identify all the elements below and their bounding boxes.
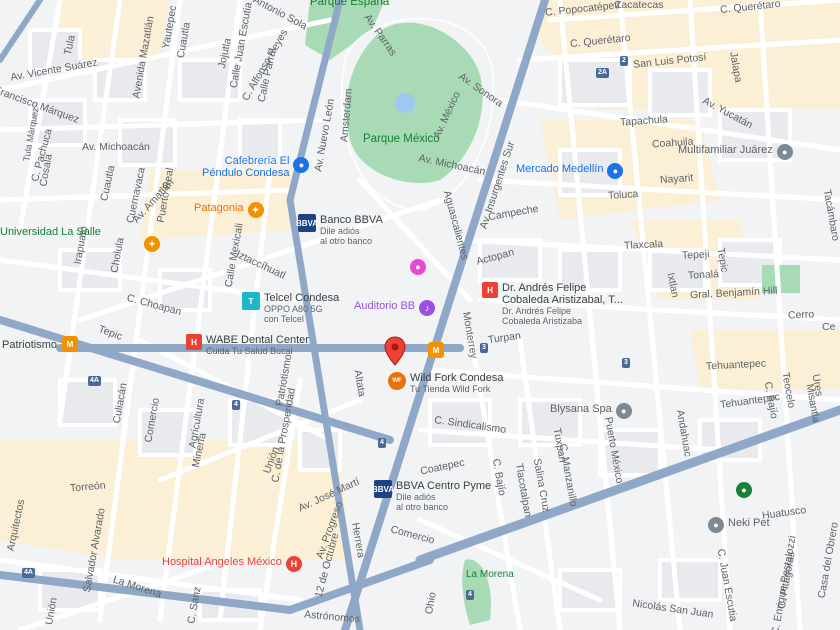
poi-cafebreria[interactable]: ● Cafebrería El Péndulo Condesa [202,155,310,179]
metro-station-chilpancingo[interactable]: M [428,342,444,358]
poi-blysana-spa[interactable]: ● Blysana Spa [550,403,632,419]
poi-name-line1: Dr. Andrés Felipe [502,282,587,294]
park-label-la-morena: La Morena [466,569,514,580]
poi-name-line2: Cobaleda Aristizabal, T... [502,294,623,306]
poi-restaurant[interactable]: ✦ [144,236,160,252]
poi-name: Blysana Spa [550,403,612,415]
poi-name: Mercado Medellín [516,163,604,175]
university-label: Universidad La Salle [0,226,101,238]
street-label: Tonalá [687,268,720,282]
building-icon: ● [776,144,793,160]
park-label-espana: Parque España [310,0,390,8]
bbva-logo: BBVA [372,480,394,498]
park-label-mexico: Parque México [363,133,440,145]
poi-name: Hospital Angeles México [162,556,282,568]
poi-green-marker[interactable]: ● [736,482,752,498]
route-shield: 4 [232,400,240,410]
metro-station-patriotismo[interactable]: M [62,336,78,352]
poi-nightlife[interactable]: ● [410,259,426,275]
poi-subtitle-line1: Dile adiós [396,492,436,502]
route-shield: 4 [378,438,386,448]
poi-name-line1: Cafebrería El [224,155,290,167]
route-shield: 3 [480,343,488,353]
route-shield: 4A [22,568,35,578]
poi-banco-bbva[interactable]: BBVA Banco BBVA Dile adiós al otro banco [296,214,383,246]
poi-multifamiliar-juarez[interactable]: ● Multifamiliar Juárez [678,144,793,160]
poi-mercado-medellin[interactable]: ● Mercado Medellín [516,163,624,179]
bbva-logo: BBVA [296,214,318,232]
poi-auditorio-bb[interactable]: ♪ Auditorio BB [354,300,436,316]
location-pin-icon[interactable] [384,336,406,366]
street-label: Av. Michoacán [82,141,150,153]
hospital-icon: H [482,282,498,298]
basket-icon: ● [607,163,624,179]
poi-subtitle-line2: al otro banco [396,502,449,512]
pet-icon: ● [708,517,724,533]
poi-hospital-angeles[interactable]: H Hospital Angeles México [162,556,302,572]
poi-name: Patagonia [194,202,244,214]
hospital-icon: H [186,334,202,350]
street-label: Ce [822,321,836,333]
poi-subtitle: Cuida Tu Salud Bucal [206,346,293,356]
spa-icon: ● [615,403,632,419]
poi-name: Banco BBVA [320,214,383,226]
street-label: Nayarit [659,171,694,187]
map-canvas[interactable]: Parque España Parque México La Morena An… [0,0,840,630]
wildfork-logo: WF [388,372,406,390]
poi-patagonia[interactable]: ✦ Patagonia [194,202,264,218]
metro-station-label: Patriotismo [2,339,58,351]
route-shield: 3 [622,358,630,368]
poi-dr-andres[interactable]: H Dr. Andrés Felipe Cobaleda Aristizabal… [482,282,623,326]
poi-name: Neki Pet [728,517,770,529]
poi-name: Telcel Condesa [264,292,340,304]
street-label: Ures [809,373,826,398]
nightlife-icon: ● [410,259,426,275]
poi-subtitle: Tu Tienda Wild Fork [410,384,491,394]
metro-icon: M [62,336,78,352]
poi-name: BBVA Centro Pyme [396,480,492,492]
poi-wild-fork[interactable]: WF Wild Fork Condesa Tu Tienda Wild Fork [388,372,504,394]
route-shield: 4 [466,590,474,600]
poi-name: Auditorio BB [354,300,416,312]
place-icon: ● [736,482,752,498]
poi-subtitle-line2: Cobaleda Aristizaba [502,316,583,326]
poi-wabe-dental[interactable]: H WABE Dental Center Cuida Tu Salud Buca… [186,334,309,356]
poi-name-line2: Péndulo Condesa [202,167,290,179]
poi-subtitle-line2: al otro banco [320,236,373,246]
poi-subtitle: Dr. Andrés Felipe [502,306,572,316]
poi-subtitle-line1: OPPO A80 5G [264,304,323,314]
poi-telcel-condesa[interactable]: T Telcel Condesa OPPO A80 5G con Telcel [242,292,339,324]
poi-name: Wild Fork Condesa [410,372,504,384]
fork-knife-icon: ✦ [144,236,160,252]
poi-neki-pet[interactable]: ● Neki Pet [708,517,770,533]
street-label: Tepeji [681,248,710,262]
fork-knife-icon: ✦ [247,202,264,218]
poi-name: WABE Dental Center [206,334,309,346]
hospital-icon: H [285,556,302,572]
telcel-logo: T [242,292,260,310]
route-shield: 2A [596,68,609,78]
poi-subtitle-line2: con Telcel [264,314,304,324]
poi-bbva-centro-pyme[interactable]: BBVA BBVA Centro Pyme Dile adiós al otro… [372,480,492,512]
street-label: Cerro [787,308,815,322]
bag-icon: ● [293,157,310,173]
event-icon: ♪ [419,300,436,316]
street-label: Toluca [607,187,639,203]
street-label: Tlaxcala [623,237,664,253]
poi-name: Multifamiliar Juárez [678,144,773,156]
route-shield: 4A [88,376,101,386]
street-label: Zacatecas [615,0,664,11]
metro-icon: M [428,342,444,358]
route-shield: 2 [620,56,628,66]
poi-subtitle-line1: Dile adiós [320,226,360,236]
